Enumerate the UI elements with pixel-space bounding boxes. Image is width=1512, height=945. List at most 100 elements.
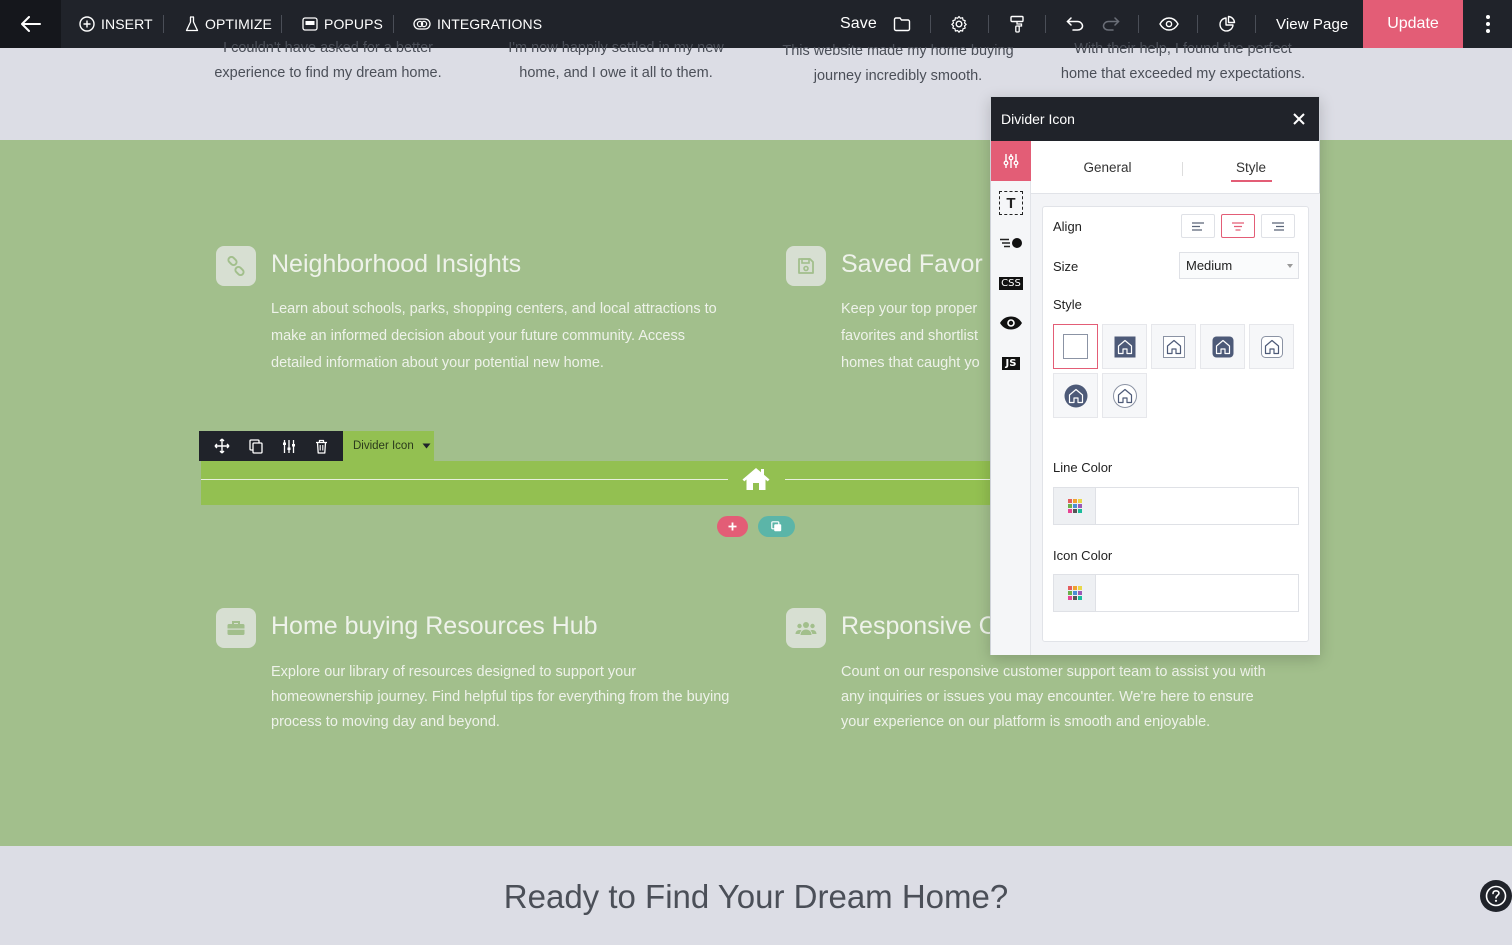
pie-chart-icon bbox=[1219, 15, 1236, 32]
testimonial-line: journey incredibly smooth. bbox=[813, 68, 983, 84]
trash-icon[interactable] bbox=[315, 439, 328, 454]
line-color-input[interactable] bbox=[1097, 488, 1298, 524]
icon-color-input[interactable] bbox=[1097, 575, 1298, 611]
window-icon bbox=[302, 17, 318, 31]
toolbar-divider bbox=[930, 15, 931, 33]
toolbar-divider bbox=[1138, 15, 1139, 33]
align-center-button[interactable] bbox=[1221, 214, 1255, 238]
folder-icon bbox=[893, 17, 911, 32]
size-label: Size bbox=[1053, 259, 1079, 274]
feature-line: Keep your top proper bbox=[841, 301, 978, 317]
layers-icon bbox=[771, 521, 782, 532]
align-left-icon bbox=[1192, 221, 1204, 231]
style-label: Style bbox=[1053, 297, 1082, 312]
toolbar-divider bbox=[1045, 15, 1046, 33]
tab-general[interactable]: General bbox=[1031, 141, 1184, 193]
style-option-outline-square[interactable] bbox=[1151, 324, 1196, 369]
insert-button[interactable]: INSERT bbox=[79, 0, 153, 48]
style-option-filled-square[interactable] bbox=[1102, 324, 1147, 369]
align-right-button[interactable] bbox=[1261, 214, 1295, 238]
panel-side-rail: T CSS JS bbox=[991, 141, 1031, 655]
more-menu-button[interactable] bbox=[1463, 0, 1512, 48]
element-toolbar: Divider Icon bbox=[199, 431, 434, 461]
element-type-dropdown[interactable]: Divider Icon bbox=[343, 431, 434, 461]
integrations-label: INTEGRATIONS bbox=[437, 16, 543, 32]
text-icon: T bbox=[999, 191, 1023, 215]
size-select[interactable]: Medium bbox=[1179, 252, 1299, 279]
align-label: Align bbox=[1053, 219, 1082, 234]
move-icon[interactable] bbox=[214, 438, 230, 454]
icon-color-label: Icon Color bbox=[1053, 548, 1113, 563]
feature-description: Count on our responsive customer support… bbox=[841, 664, 1266, 730]
testimonial-line: I couldn't have asked for a better bbox=[223, 40, 433, 56]
briefcase-icon bbox=[227, 621, 245, 635]
feature-title: Home buying Resources Hub bbox=[271, 612, 598, 640]
align-right-icon bbox=[1272, 221, 1284, 231]
style-option-outline-rounded[interactable] bbox=[1249, 324, 1294, 369]
motion-icon bbox=[1000, 238, 1022, 248]
size-value: Medium bbox=[1186, 258, 1233, 273]
home-circle-filled-icon bbox=[1064, 384, 1087, 407]
sliders-icon[interactable] bbox=[282, 439, 296, 454]
plus-icon bbox=[728, 522, 737, 531]
toolbar-divider bbox=[281, 15, 282, 33]
toolbar-divider bbox=[988, 15, 989, 33]
line-color-field bbox=[1053, 487, 1299, 525]
feature-icon-box bbox=[216, 246, 256, 286]
style-settings-card: Align Size Medium Style Line Color Icon … bbox=[1042, 206, 1309, 642]
add-section-button[interactable] bbox=[758, 516, 795, 537]
plus-circle-icon bbox=[79, 16, 95, 32]
divider-element[interactable] bbox=[201, 461, 991, 505]
home-icon bbox=[742, 468, 770, 490]
home-rounded-filled-icon bbox=[1212, 336, 1233, 357]
rail-js-button[interactable]: JS bbox=[991, 343, 1031, 383]
home-circle-outline-icon bbox=[1112, 383, 1137, 408]
popups-label: POPUPS bbox=[324, 16, 383, 32]
add-element-button[interactable] bbox=[717, 516, 748, 537]
help-button[interactable] bbox=[1480, 880, 1512, 912]
line-color-label: Line Color bbox=[1053, 460, 1113, 475]
view-page-label: View Page bbox=[1276, 15, 1349, 33]
css-icon: CSS bbox=[999, 276, 1023, 290]
feature-title: Neighborhood Insights bbox=[271, 250, 522, 278]
tab-style[interactable]: Style bbox=[1183, 141, 1319, 193]
rail-settings-button[interactable] bbox=[991, 141, 1031, 181]
users-icon bbox=[795, 622, 817, 635]
js-icon: JS bbox=[1001, 356, 1021, 370]
rail-animation-button[interactable] bbox=[991, 223, 1031, 263]
rail-visibility-button[interactable] bbox=[991, 303, 1031, 343]
update-button[interactable]: Update bbox=[1363, 0, 1463, 48]
back-button[interactable] bbox=[0, 0, 61, 48]
duplicate-icon[interactable] bbox=[249, 438, 263, 454]
panel-header: Divider Icon bbox=[991, 97, 1319, 141]
element-type-label: Divider Icon bbox=[353, 440, 414, 452]
feature-title: Responsive C bbox=[841, 612, 991, 640]
link-rings-icon bbox=[413, 18, 431, 30]
eye-icon bbox=[1000, 316, 1022, 330]
toolbar-divider bbox=[1255, 15, 1256, 33]
element-settings-panel: Divider Icon T CSS JS General Style Alig… bbox=[990, 96, 1320, 655]
align-center-icon bbox=[1232, 221, 1244, 231]
feature-icon-box bbox=[786, 246, 826, 286]
testimonial-line: experience to find my dream home. bbox=[214, 65, 442, 81]
testimonial-line: This website made my home buying bbox=[782, 43, 1014, 59]
paint-roller-icon bbox=[1010, 15, 1024, 33]
insert-label: INSERT bbox=[101, 16, 153, 32]
icon-color-field bbox=[1053, 574, 1299, 612]
close-panel-button[interactable] bbox=[1289, 109, 1309, 129]
home-rounded-outline-icon bbox=[1260, 335, 1283, 358]
align-left-button[interactable] bbox=[1181, 214, 1215, 238]
line-color-picker-button[interactable] bbox=[1054, 488, 1096, 524]
testimonial-line: home, and I owe it all to them. bbox=[519, 65, 713, 81]
close-icon bbox=[1293, 113, 1305, 125]
style-option-none[interactable] bbox=[1053, 324, 1098, 369]
icon-color-picker-button[interactable] bbox=[1054, 575, 1096, 611]
home-square-filled-icon bbox=[1114, 336, 1135, 357]
style-option-outline-circle[interactable] bbox=[1102, 373, 1147, 418]
style-option-filled-rounded[interactable] bbox=[1200, 324, 1245, 369]
arrow-left-icon bbox=[20, 16, 41, 32]
style-option-filled-circle[interactable] bbox=[1053, 373, 1098, 418]
rail-typography-button[interactable]: T bbox=[991, 183, 1031, 223]
rail-css-button[interactable]: CSS bbox=[991, 263, 1031, 303]
testimonial-text: I couldn't have asked for a better exper… bbox=[180, 36, 476, 86]
